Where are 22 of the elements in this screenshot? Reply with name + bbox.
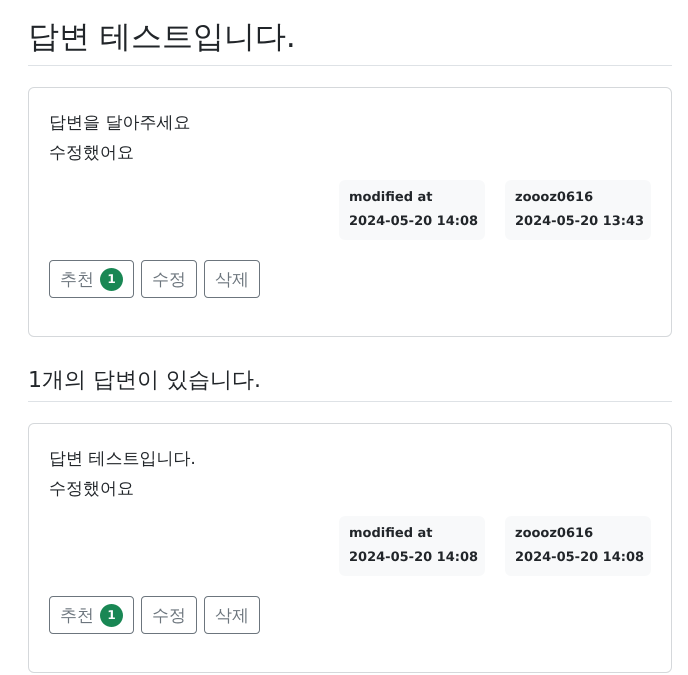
action-button[interactable]: 수정 (141, 260, 197, 298)
recommend-button[interactable]: 추천 1 (49, 596, 134, 634)
meta-label: zoooz0616 (515, 189, 594, 207)
count-badge: 1 (100, 604, 123, 626)
meta-label: modified at (349, 525, 434, 543)
recommend-button[interactable]: 추천 1 (49, 260, 134, 298)
count-badge: 1 (100, 268, 123, 290)
action-button[interactable]: 수정 (141, 596, 197, 634)
action-button[interactable]: 삭제 (204, 260, 260, 298)
answers-heading: 1개의 답변이 있습니다. (28, 365, 672, 402)
meta-date: 2024-05-20 14:08 (349, 213, 475, 231)
meta-label: zoooz0616 (515, 525, 594, 543)
post-text: 수정했어요 (49, 142, 135, 165)
meta-date: 2024-05-20 14:08 (349, 549, 475, 567)
post-text: 수정했어요 (49, 478, 135, 501)
action-button[interactable]: 삭제 (204, 596, 260, 634)
post-text: 답변을 달아주세요 (49, 112, 192, 135)
meta-date: 2024-05-20 14:08 (515, 549, 641, 567)
meta-label: modified at (349, 189, 434, 207)
question-title: 답변 테스트입니다. (28, 8, 672, 66)
post-text: 답변 테스트입니다. (49, 448, 197, 471)
meta-date: 2024-05-20 13:43 (515, 213, 641, 231)
